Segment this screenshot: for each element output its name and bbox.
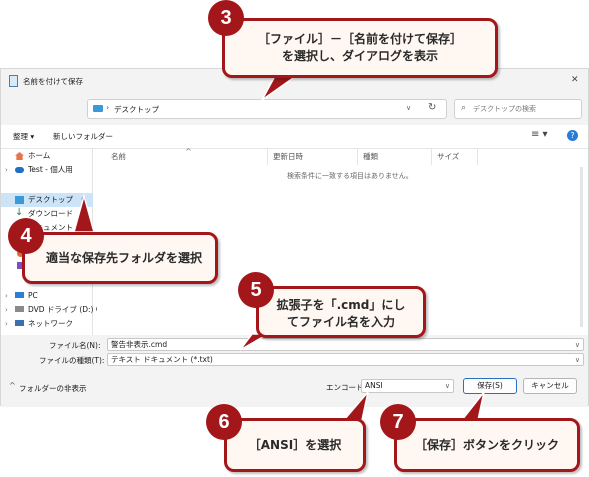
callout-5: 拡張子を「.cmd」にし てファイル名を入力 [256,286,426,338]
callout-7-pointer [460,391,485,421]
callout-3-badge: 3 [208,0,244,36]
callout-7-line1: ［保存］ボタンをクリック [414,438,559,452]
callout-3: ［ファイル］－［名前を付けて保存］ を選択し、ダイアログを表示 [222,18,498,78]
callout-3-line2: を選択し、ダイアログを表示 [281,49,438,63]
callout-5-line1: 拡張子を「.cmd」にし [276,298,406,312]
callout-4-badge: 4 [8,218,44,254]
callout-7-badge: 7 [380,404,416,440]
callout-6-pointer [342,391,369,421]
callout-4-line1: 適当な保存先フォルダを選択 [45,251,202,265]
callout-4: 適当な保存先フォルダを選択 [22,232,218,284]
callout-5-line2: てファイル名を入力 [286,315,395,329]
callout-6-line1: ［ANSI］を選択 [248,438,342,452]
callout-3-line1: ［ファイル］－［名前を付けて保存］ [257,32,462,46]
callout-6: ［ANSI］を選択 [224,418,366,472]
callout-7: ［保存］ボタンをクリック [394,418,580,472]
callout-4-pointer [73,193,95,233]
callout-3-pointer [261,75,299,101]
callout-6-badge: 6 [206,404,242,440]
callout-5-badge: 5 [238,272,274,308]
